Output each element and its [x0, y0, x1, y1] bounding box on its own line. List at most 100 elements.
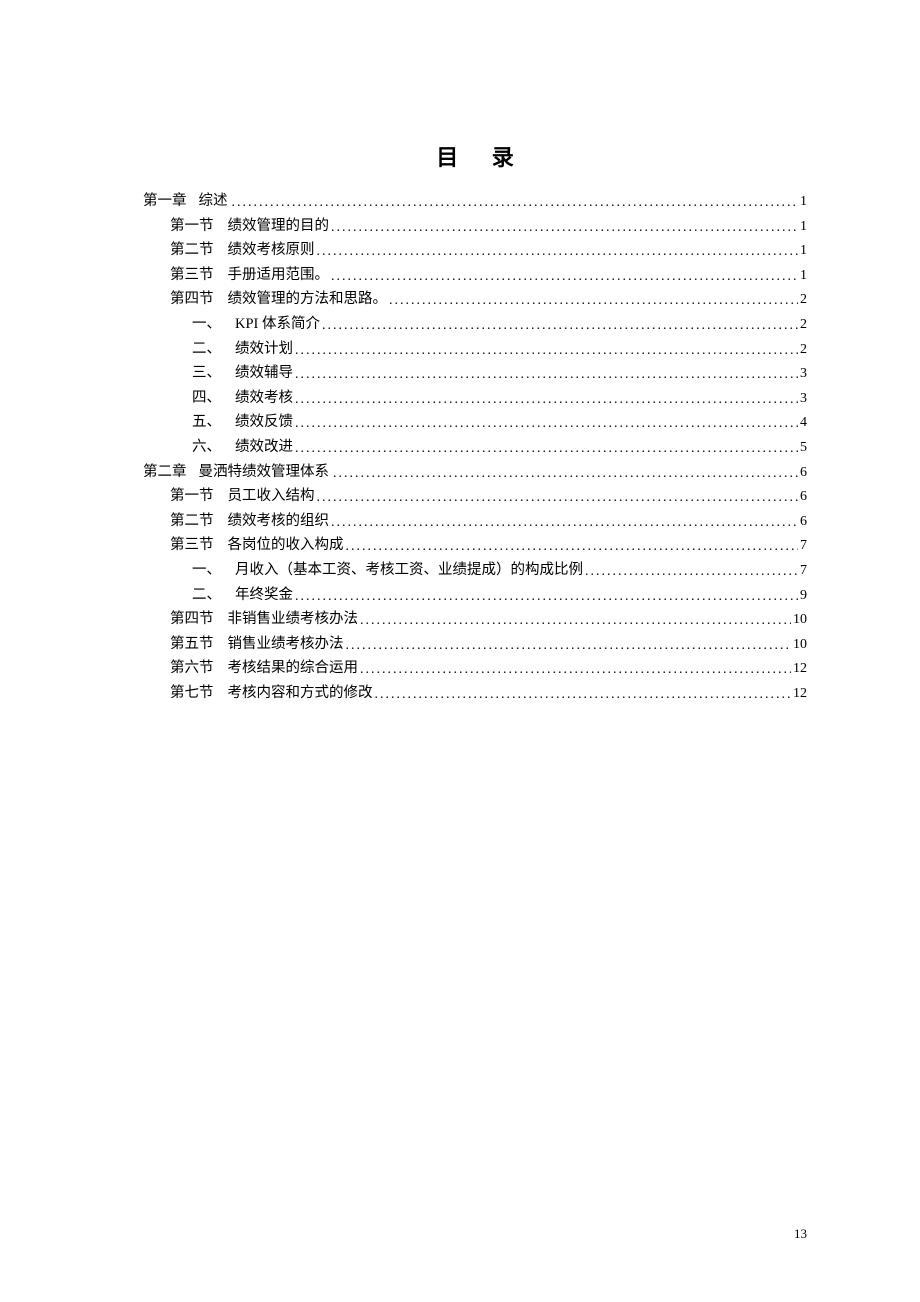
toc-entry-text: 员工收入结构	[214, 489, 315, 504]
toc-leader-dots	[295, 590, 798, 604]
toc-entry-text: 非销售业绩考核办法	[214, 612, 359, 627]
toc-entry: 第七节考核内容和方式的修改 12	[143, 686, 807, 701]
toc-entry-text: 手册适用范围。	[214, 268, 330, 283]
toc-entry-label: 第七节	[170, 686, 214, 701]
toc-entry-page: 5	[798, 441, 807, 455]
toc-entry-page: 2	[798, 343, 807, 357]
toc-entry-text: 考核内容和方式的修改	[214, 686, 373, 701]
toc-entry-page: 1	[798, 195, 807, 209]
toc-entry-label: 一、	[192, 563, 221, 578]
toc-entry-text: 绩效计划	[221, 342, 293, 357]
toc-entry-label: 第四节	[170, 612, 214, 627]
toc-entry: 二、绩效计划 2	[143, 342, 807, 357]
toc-entry: 第二节绩效考核原则1	[143, 243, 807, 258]
toc-entry: 二、年终奖金 9	[143, 588, 807, 603]
toc-entry-label: 二、	[192, 342, 221, 357]
toc-entry-text: 各岗位的收入构成	[214, 538, 344, 553]
toc-entry-page: 1	[798, 220, 807, 234]
toc-entry-label: 第三节	[170, 538, 214, 553]
toc-leader-dots	[331, 516, 798, 530]
toc-leader-dots	[295, 368, 798, 382]
toc-entry-label: 第六节	[170, 661, 214, 676]
toc-leader-dots	[346, 639, 792, 653]
toc-entry-page: 9	[798, 589, 807, 603]
toc-entry-label: 六、	[192, 440, 221, 455]
toc-entry-text: 曼洒特绩效管理体系	[187, 465, 330, 480]
toc-entry-text: 绩效考核的组织	[214, 514, 330, 529]
toc-entry-text: KPI 体系简介	[221, 317, 320, 332]
toc-leader-dots	[585, 565, 798, 579]
toc-entry-page: 7	[798, 539, 807, 553]
toc-entry-text: 绩效反馈	[221, 415, 293, 430]
toc-entry-page: 7	[798, 564, 807, 578]
toc-leader-dots	[317, 245, 799, 259]
toc-entry: 第一节员工收入结构 6	[143, 489, 807, 504]
toc-entry-page: 1	[798, 244, 807, 258]
toc-entry-page: 10	[791, 613, 807, 627]
toc-entry: 六、绩效改进5	[143, 440, 807, 455]
toc-entry: 第一节绩效管理的目的1	[143, 219, 807, 234]
toc-entry: 第二节绩效考核的组织 6	[143, 514, 807, 529]
toc-entry-text: 绩效考核原则	[214, 243, 315, 258]
toc-entry: 第二章曼洒特绩效管理体系6	[143, 465, 807, 480]
toc-entry-label: 一、	[192, 317, 221, 332]
toc-entry-page: 4	[798, 416, 807, 430]
toc-entry-page: 6	[798, 515, 807, 529]
toc-entry-label: 二、	[192, 588, 221, 603]
toc-entry-page: 1	[798, 269, 807, 283]
toc-leader-dots	[295, 417, 798, 431]
toc-entry-label: 第三节	[170, 268, 214, 283]
toc-leader-dots	[331, 221, 798, 235]
toc-entry-page: 2	[798, 318, 807, 332]
toc-leader-dots	[317, 491, 799, 505]
toc-entry-page: 6	[798, 490, 807, 504]
toc-entry-page: 2	[798, 293, 807, 307]
toc-entry-text: 销售业绩考核办法	[214, 637, 344, 652]
toc-entry-page: 3	[798, 367, 807, 381]
toc-entry-text: 综述	[187, 194, 228, 209]
toc-entry: 一、月收入（基本工资、考核工资、业绩提成）的构成比例 7	[143, 563, 807, 578]
toc-entry: 一、KPI 体系简介 2	[143, 317, 807, 332]
toc-entry-page: 3	[798, 392, 807, 406]
toc-entry-label: 五、	[192, 415, 221, 430]
toc-entry: 第三节手册适用范围。 1	[143, 268, 807, 283]
toc-entry: 第五节销售业绩考核办法 10	[143, 637, 807, 652]
toc-entry-label: 第五节	[170, 637, 214, 652]
toc-entry-text: 考核结果的综合运用	[214, 661, 359, 676]
toc-leader-dots	[389, 294, 798, 308]
toc-leader-dots	[295, 344, 798, 358]
toc-entry-label: 第四节	[170, 292, 214, 307]
toc-entry-label: 第一节	[170, 489, 214, 504]
page-number: 13	[794, 1226, 807, 1242]
toc-entry: 四、绩效考核3	[143, 391, 807, 406]
toc-entry: 第四节非销售业绩考核办法 10	[143, 612, 807, 627]
toc-entry-text: 绩效辅导	[221, 366, 293, 381]
toc-leader-dots	[295, 442, 798, 456]
toc-entry: 三、绩效辅导 3	[143, 366, 807, 381]
document-page: 目 录 第一章综述1第一节绩效管理的目的1第二节绩效考核原则1第三节手册适用范围…	[0, 0, 920, 1302]
toc-leader-dots	[295, 393, 798, 407]
toc-entry-text: 月收入（基本工资、考核工资、业绩提成）的构成比例	[221, 563, 583, 578]
toc-leader-dots	[331, 270, 798, 284]
toc-entry: 第四节绩效管理的方法和思路。 2	[143, 292, 807, 307]
toc-leader-dots	[360, 663, 791, 677]
toc-title: 目 录	[143, 140, 807, 172]
toc-entry-label: 第二节	[170, 514, 214, 529]
toc-entry-text: 绩效管理的方法和思路。	[214, 292, 388, 307]
toc-entry-page: 10	[791, 638, 807, 652]
toc-entry-page: 12	[791, 687, 807, 701]
toc-entry: 五、绩效反馈 4	[143, 415, 807, 430]
table-of-contents: 第一章综述1第一节绩效管理的目的1第二节绩效考核原则1第三节手册适用范围。1第四…	[143, 194, 807, 701]
toc-entry-label: 三、	[192, 366, 221, 381]
toc-entry-label: 第一章	[143, 194, 187, 209]
toc-entry: 第六节考核结果的综合运用12	[143, 661, 807, 676]
toc-entry-label: 第一节	[170, 219, 214, 234]
toc-leader-dots	[375, 688, 792, 702]
toc-leader-dots	[360, 614, 791, 628]
toc-entry: 第三节各岗位的收入构成 7	[143, 538, 807, 553]
toc-leader-dots	[346, 540, 799, 554]
toc-entry-label: 四、	[192, 391, 221, 406]
toc-entry-page: 6	[798, 466, 807, 480]
toc-leader-dots	[232, 196, 799, 210]
toc-entry-text: 年终奖金	[221, 588, 293, 603]
